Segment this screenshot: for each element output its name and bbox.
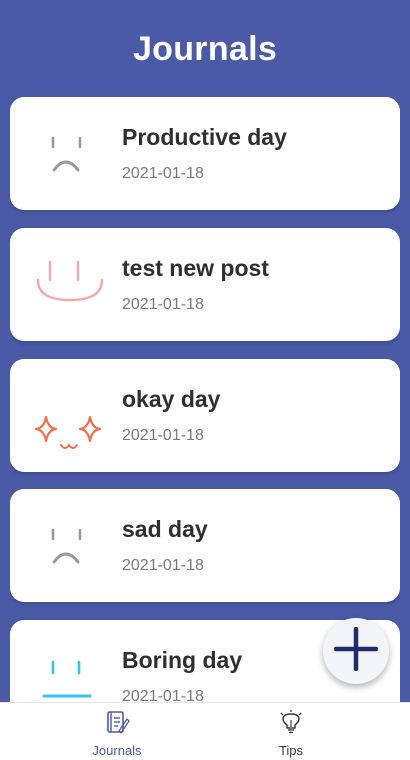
journal-date: 2021-01-18 [122,427,204,444]
journal-card[interactable]: Productive day 2021-01-18 [10,97,400,210]
tab-tips[interactable]: Tips [231,709,351,758]
journal-title: sad day [122,516,208,542]
journal-notebook-icon [104,709,130,740]
bottom-tab-bar: Journals Tips [0,702,410,760]
frown-face-icon [32,511,104,583]
sparkle-eyes-face-icon [32,381,104,453]
journal-date: 2021-01-18 [122,557,204,574]
journal-title: Productive day [122,124,287,150]
app-header: Journals [0,0,410,97]
tab-tips-label: Tips [278,743,304,758]
add-journal-button[interactable] [323,618,389,684]
big-smile-face-icon [32,250,104,322]
journal-card[interactable]: test new post 2021-01-18 [10,228,400,341]
neutral-face-icon [32,642,104,702]
journal-date: 2021-01-18 [122,296,204,313]
journal-date: 2021-01-18 [122,165,204,182]
journal-title: okay day [122,386,221,412]
journal-list[interactable]: Productive day 2021-01-18 test new post … [10,97,400,702]
journal-card[interactable]: okay day 2021-01-18 [10,359,400,472]
journal-title: test new post [122,255,269,281]
frown-face-icon [32,119,104,191]
tab-journals-label: Journals [92,743,142,758]
plus-icon [333,626,379,676]
journal-date: 2021-01-18 [122,688,204,702]
journal-title: Boring day [122,647,243,673]
journal-card[interactable]: sad day 2021-01-18 [10,489,400,602]
tab-journals[interactable]: Journals [57,709,177,758]
page-title: Journals [132,30,278,68]
lightbulb-icon [278,709,304,740]
